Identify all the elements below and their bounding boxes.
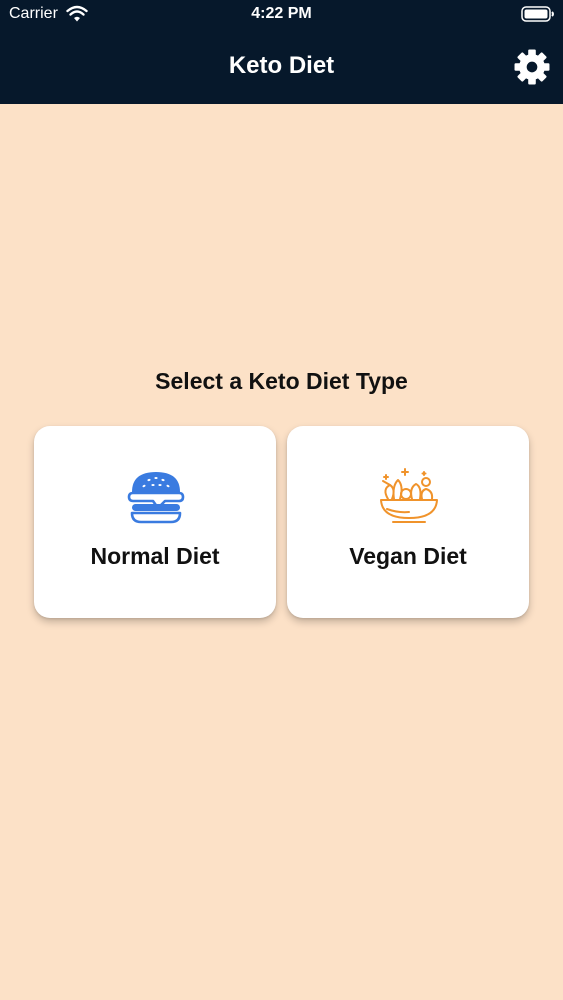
gear-icon bbox=[514, 49, 550, 85]
status-bar: Carrier 4:22 PM bbox=[0, 0, 563, 32]
top-bar: Carrier 4:22 PM Keto Diet bbox=[0, 0, 563, 104]
status-time: 4:22 PM bbox=[251, 5, 312, 22]
normal-diet-card[interactable]: Normal Diet bbox=[34, 426, 276, 618]
navigation-bar: Keto Diet bbox=[0, 32, 563, 104]
burger-icon bbox=[127, 472, 185, 524]
page-heading: Select a Keto Diet Type bbox=[155, 368, 408, 394]
normal-diet-label: Normal Diet bbox=[90, 543, 220, 569]
vegan-diet-label: Vegan Diet bbox=[349, 543, 467, 569]
salad-bowl-icon bbox=[380, 468, 438, 523]
vegan-diet-card[interactable]: Vegan Diet bbox=[287, 426, 529, 618]
settings-button[interactable] bbox=[513, 48, 551, 86]
nav-title: Keto Diet bbox=[228, 52, 335, 79]
main-content: Select a Keto Diet Type Normal Diet Vega… bbox=[0, 104, 563, 1000]
battery-icon bbox=[521, 6, 554, 22]
